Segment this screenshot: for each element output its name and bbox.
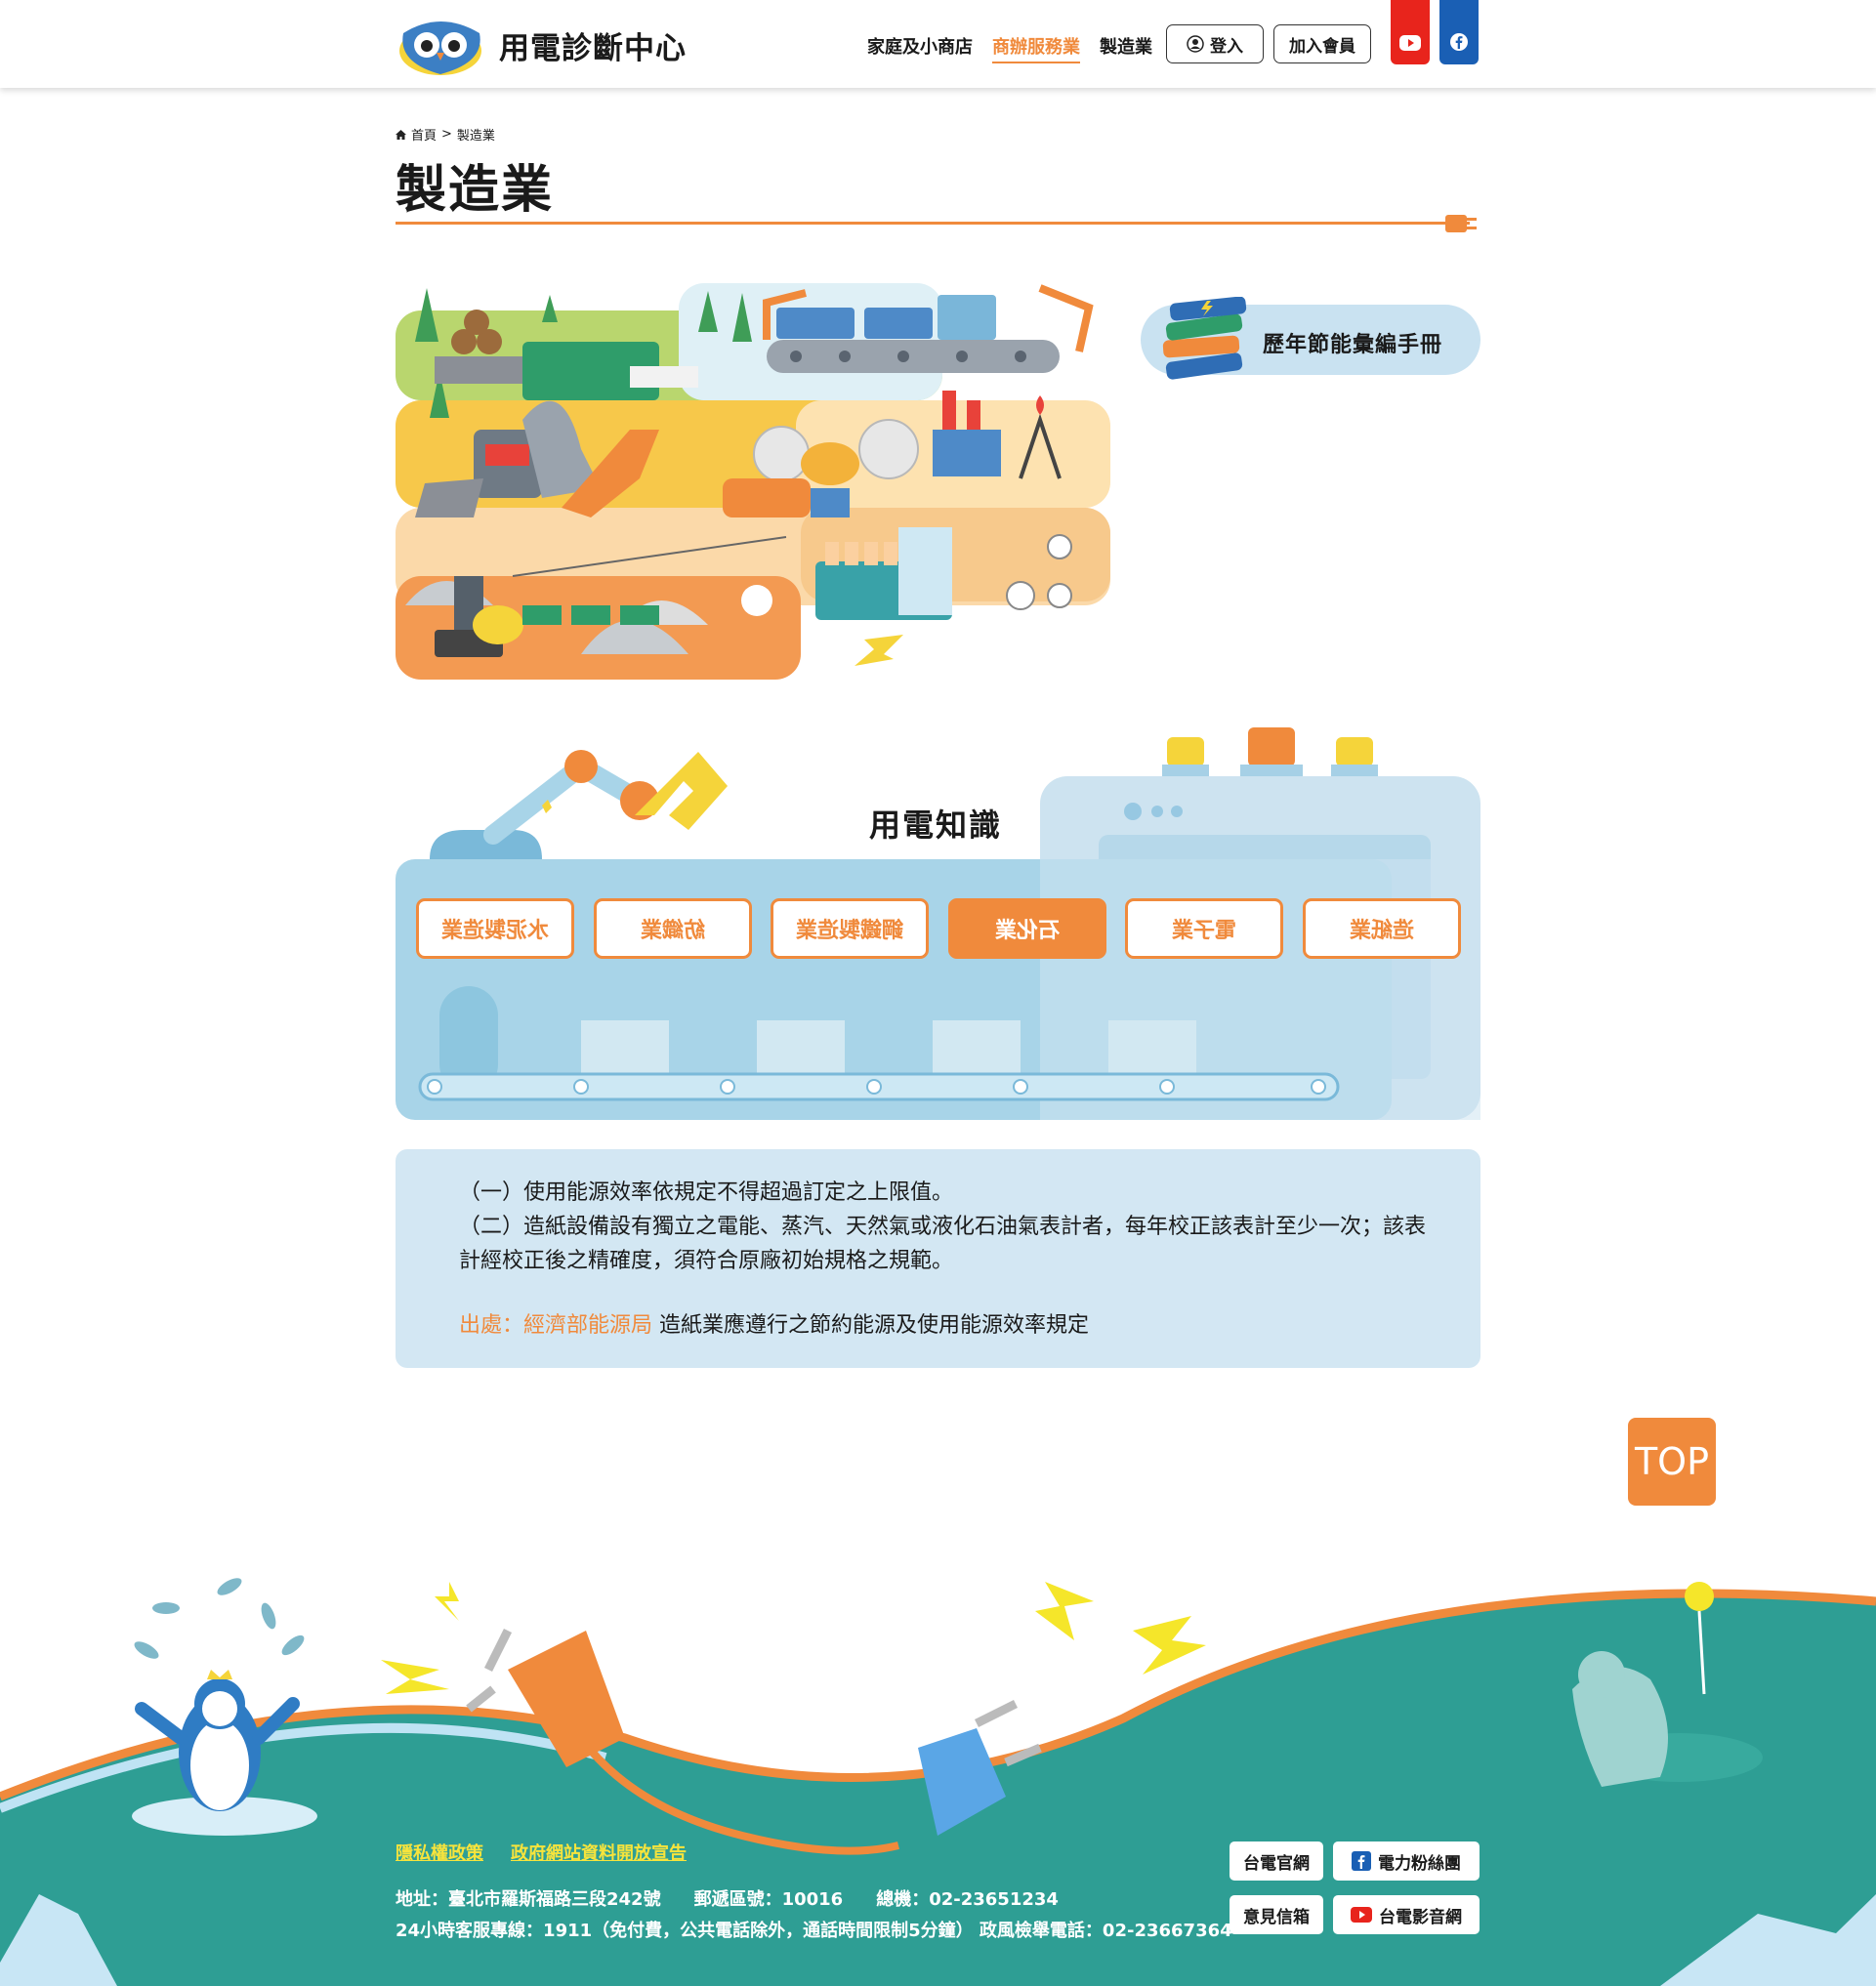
owl-logo-icon (399, 21, 481, 75)
site-logo[interactable]: 用電診斷中心 (396, 14, 687, 76)
footer-links: 隱私權政策 政府網站資料開放宣告 (396, 1840, 687, 1865)
handbook-label: 歷年節能彙編手冊 (1263, 333, 1443, 357)
category-cement[interactable]: 水泥製造業 (416, 898, 574, 959)
nav-commercial[interactable]: 商辦服務業 (992, 33, 1080, 63)
breadcrumb-home[interactable]: 首頁 (411, 125, 437, 144)
footer-hotline: 24小時客服專線：1911（免付費，公共電話除外，通話時間限制5分鐘） 政風檢舉… (396, 1921, 1232, 1941)
button-label: 台電影音網 (1379, 1907, 1462, 1927)
category-label: 電子業 (1172, 919, 1237, 943)
feedback-mailbox-button[interactable]: 意見信箱 (1230, 1895, 1323, 1934)
footer-switchboard: 總機：02-23651234 (876, 1889, 1059, 1910)
category-label: 造紙業 (1350, 919, 1415, 943)
facebook-button[interactable] (1439, 0, 1479, 64)
category-electronics[interactable]: 電子業 (1125, 898, 1283, 959)
category-petrochemical[interactable]: 石化業 (948, 898, 1106, 959)
info-line-1: （一）使用能源效率依規定不得超過訂定之上限值。 (459, 1180, 954, 1205)
nav-manufacturing[interactable]: 製造業 (1100, 33, 1152, 63)
industry-illustration (396, 283, 1110, 680)
breadcrumb-separator: > (441, 127, 452, 142)
logo-text: 用電診斷中心 (499, 30, 687, 66)
user-icon (1187, 35, 1204, 53)
info-source: 出處：經濟部能源局 造紙業應遵行之節約能源及使用能源效率規定 (459, 1308, 1436, 1343)
footer-contact: 地址：臺北市羅斯福路三段242號 郵遞區號：10016 總機：02-236512… (396, 1884, 1232, 1947)
info-line-2: （二）造紙設備設有獨立之電能、蒸汽、天然氣或液化石油氣表計者，每年校正該表計至少… (459, 1215, 1427, 1273)
category-label: 鋼鐵製造業 (796, 919, 904, 943)
breadcrumb: 首頁 > 製造業 (396, 125, 495, 144)
login-label: 登入 (1210, 36, 1243, 57)
category-paper[interactable]: 造紙業 (1303, 898, 1461, 959)
nav-home-shop[interactable]: 家庭及小商店 (867, 33, 973, 63)
page-title: 製造業 (396, 161, 555, 220)
youtube-icon (1399, 35, 1421, 51)
category-steel[interactable]: 鋼鐵製造業 (771, 898, 929, 959)
title-underline (396, 222, 1470, 225)
category-label: 紡織業 (641, 919, 706, 943)
source-label[interactable]: 出處：經濟部能源局 (459, 1313, 652, 1338)
open-data-link[interactable]: 政府網站資料開放宣告 (511, 1840, 687, 1865)
source-text: 造紙業應遵行之節約能源及使用能源效率規定 (659, 1313, 1090, 1338)
privacy-policy-link[interactable]: 隱私權政策 (396, 1840, 483, 1865)
taipower-site-button[interactable]: 台電官網 (1230, 1841, 1323, 1881)
knowledge-title: 用電知識 (869, 807, 1003, 844)
button-label: 意見信箱 (1243, 1907, 1310, 1927)
category-label: 石化業 (995, 919, 1061, 943)
footer-address: 地址：臺北市羅斯福路三段242號 (396, 1889, 661, 1910)
button-label: 電力粉絲團 (1378, 1853, 1461, 1874)
category-textile[interactable]: 紡織業 (594, 898, 752, 959)
facebook-icon (1352, 1851, 1371, 1871)
login-button[interactable]: 登入 (1166, 24, 1264, 63)
join-button[interactable]: 加入會員 (1273, 24, 1371, 63)
breadcrumb-current: 製造業 (456, 129, 495, 144)
back-to-top-button[interactable]: TOP (1628, 1418, 1716, 1506)
site-header: 用電診斷中心 家庭及小商店 商辦服務業 製造業 登入 加入會員 (0, 0, 1876, 88)
category-label: 水泥製造業 (441, 919, 550, 943)
footer-postal: 郵遞區號：10016 (693, 1889, 844, 1910)
handbook-link[interactable]: 歷年節能彙編手冊 (1141, 297, 1480, 380)
plug-end-icon (1445, 215, 1477, 232)
button-label: 台電官網 (1243, 1853, 1310, 1874)
youtube-icon (1351, 1907, 1372, 1923)
knowledge-content-box: （一）使用能源效率依規定不得超過訂定之上限值。 （二）造紙設備設有獨立之電能、蒸… (396, 1149, 1480, 1368)
page: 用電診斷中心 家庭及小商店 商辦服務業 製造業 登入 加入會員 首頁 > 製造業… (0, 0, 1876, 1986)
fan-page-button[interactable]: 電力粉絲團 (1333, 1841, 1480, 1881)
youtube-button[interactable] (1391, 0, 1430, 64)
books-icon (1162, 297, 1247, 380)
home-icon (396, 129, 406, 140)
join-label: 加入會員 (1289, 36, 1355, 57)
video-site-button[interactable]: 台電影音網 (1333, 1895, 1480, 1934)
facebook-icon (1450, 33, 1468, 51)
main-nav: 家庭及小商店 商辦服務業 製造業 (867, 33, 1152, 63)
